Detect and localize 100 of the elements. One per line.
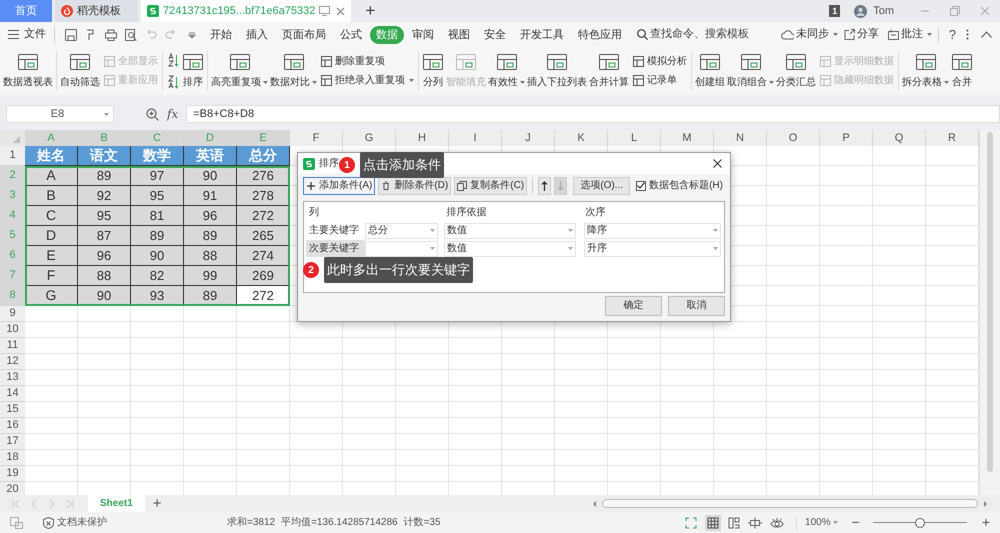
function-button[interactable]: fx bbox=[167, 105, 178, 123]
table-cell[interactable]: 95 bbox=[131, 186, 184, 206]
table-cell[interactable]: 89 bbox=[184, 286, 237, 306]
column-header[interactable]: N bbox=[714, 130, 767, 146]
ribbon-button[interactable]: 创建组 bbox=[694, 48, 726, 94]
ribbon-button[interactable]: 数据透视表 bbox=[2, 48, 54, 94]
column-header[interactable]: K bbox=[555, 130, 608, 146]
ribbon-button[interactable]: 模拟分析 bbox=[632, 54, 687, 69]
table-cell[interactable]: 89 bbox=[184, 226, 237, 246]
column-header[interactable]: F bbox=[290, 130, 343, 146]
dropdown-field[interactable]: 升序 bbox=[584, 240, 721, 256]
ribbon-button[interactable]: 拆分表格 bbox=[901, 48, 950, 94]
add-sheet-button[interactable]: + bbox=[152, 495, 162, 512]
row-header[interactable]: 13 bbox=[0, 370, 25, 386]
toolbar-button[interactable]: 添加条件(A) bbox=[303, 176, 376, 194]
table-cell[interactable]: 265 bbox=[237, 226, 290, 246]
file-menu[interactable]: 文件 bbox=[0, 24, 54, 44]
ok-button[interactable]: 确定 bbox=[605, 296, 662, 316]
row-header[interactable]: 18 bbox=[0, 450, 25, 466]
checkbox-label[interactable]: 数据包含标题(H) bbox=[649, 178, 723, 193]
comment-button[interactable]: 批注 bbox=[886, 26, 932, 43]
ribbon-button[interactable]: 合并计算 bbox=[588, 48, 630, 94]
table-cell[interactable]: F bbox=[25, 266, 78, 286]
options-button[interactable]: 选项(O)... bbox=[573, 176, 630, 194]
row-header[interactable]: 9 bbox=[0, 306, 25, 322]
column-header[interactable]: P bbox=[820, 130, 873, 146]
dropdown-field[interactable]: 降序 bbox=[584, 222, 721, 238]
column-header[interactable]: L bbox=[608, 130, 661, 146]
column-header[interactable]: R bbox=[926, 130, 979, 146]
document-protection[interactable]: 文档未保护 bbox=[43, 515, 107, 530]
ribbon-button[interactable]: 取消组合 bbox=[726, 48, 775, 94]
table-cell[interactable]: 87 bbox=[78, 226, 131, 246]
column-header[interactable]: J bbox=[502, 130, 555, 146]
table-cell[interactable]: 88 bbox=[78, 266, 131, 286]
ribbon-button[interactable]: 记录单 bbox=[632, 73, 687, 88]
document-tab[interactable]: 稻壳模板 bbox=[55, 0, 138, 22]
share-button[interactable]: 分享 bbox=[844, 26, 879, 43]
name-box[interactable]: E8 bbox=[6, 105, 114, 123]
row-header[interactable]: 11 bbox=[0, 338, 25, 354]
table-cell[interactable]: E bbox=[25, 246, 78, 266]
row-header[interactable]: 20 bbox=[0, 482, 25, 495]
menu-tab[interactable]: 视图 bbox=[442, 26, 476, 44]
ribbon-button[interactable]: 分类汇总 bbox=[775, 48, 817, 94]
help-button[interactable]: ? bbox=[948, 24, 956, 44]
notification-badge[interactable]: 1 bbox=[829, 5, 840, 17]
table-cell[interactable]: 90 bbox=[184, 166, 237, 186]
ribbon-button[interactable]: 合并 bbox=[950, 48, 974, 94]
menu-tab[interactable]: 安全 bbox=[478, 26, 512, 44]
row-header[interactable]: 15 bbox=[0, 402, 25, 418]
command-search[interactable]: 查找命令、搜索模板 bbox=[637, 26, 749, 43]
menu-tab[interactable]: 公式 bbox=[334, 26, 368, 44]
table-cell[interactable]: 96 bbox=[184, 206, 237, 226]
ribbon-button[interactable]: 数据对比 bbox=[269, 48, 318, 94]
menu-tab[interactable]: 特色应用 bbox=[572, 26, 628, 44]
table-cell[interactable]: 88 bbox=[184, 246, 237, 266]
ribbon-button[interactable]: 拒绝录入重复项 bbox=[320, 73, 414, 88]
table-cell[interactable]: D bbox=[25, 226, 78, 246]
formula-field[interactable]: =B8+C8+D8 bbox=[186, 105, 1000, 123]
column-header[interactable]: G bbox=[343, 130, 396, 146]
ribbon-button[interactable]: 高亮重复项 bbox=[210, 48, 269, 94]
menu-tab[interactable]: 页面布局 bbox=[276, 26, 332, 44]
row-header[interactable]: 10 bbox=[0, 322, 25, 338]
table-cell[interactable]: 99 bbox=[184, 266, 237, 286]
row-header[interactable]: 19 bbox=[0, 466, 25, 482]
menu-tab[interactable]: 开发工具 bbox=[514, 26, 570, 44]
column-header[interactable]: H bbox=[396, 130, 449, 146]
cancel-button[interactable]: 取消 bbox=[668, 296, 725, 316]
zoom-in-button[interactable]: + bbox=[982, 512, 990, 533]
menu-tab[interactable]: 审阅 bbox=[406, 26, 440, 44]
table-cell[interactable]: 93 bbox=[131, 286, 184, 306]
table-cell[interactable]: 272 bbox=[237, 206, 290, 226]
menu-tab[interactable]: 插入 bbox=[240, 26, 274, 44]
row-header[interactable]: 12 bbox=[0, 354, 25, 370]
table-cell[interactable]: C bbox=[25, 206, 78, 226]
sync-button[interactable]: 未同步 bbox=[780, 26, 838, 43]
column-header[interactable]: I bbox=[449, 130, 502, 146]
zoom-out-button[interactable]: − bbox=[852, 512, 860, 533]
row-header[interactable]: 17 bbox=[0, 434, 25, 450]
column-header[interactable]: Q bbox=[873, 130, 926, 146]
row-header[interactable]: 16 bbox=[0, 418, 25, 434]
column-header[interactable]: M bbox=[661, 130, 714, 146]
user-name[interactable]: Tom bbox=[873, 2, 894, 20]
dropdown-field[interactable]: 总分 bbox=[365, 222, 438, 238]
table-cell[interactable]: 89 bbox=[131, 226, 184, 246]
zoom-dropdown[interactable]: 100% bbox=[805, 515, 838, 530]
table-cell[interactable]: 96 bbox=[78, 246, 131, 266]
table-cell[interactable]: 278 bbox=[237, 186, 290, 206]
table-cell[interactable]: 89 bbox=[78, 166, 131, 186]
ribbon-button[interactable]: 自动筛选 bbox=[59, 48, 101, 94]
row-header[interactable]: 14 bbox=[0, 386, 25, 402]
table-cell[interactable]: 82 bbox=[131, 266, 184, 286]
table-cell[interactable]: B bbox=[25, 186, 78, 206]
table-cell[interactable]: 92 bbox=[78, 186, 131, 206]
table-cell[interactable]: 274 bbox=[237, 246, 290, 266]
table-cell[interactable]: 91 bbox=[184, 186, 237, 206]
ribbon-button[interactable]: 分列 bbox=[421, 48, 445, 94]
table-cell[interactable]: 97 bbox=[131, 166, 184, 186]
table-cell[interactable]: 95 bbox=[78, 206, 131, 226]
row-header[interactable]: 1 bbox=[0, 146, 25, 166]
toolbar-button[interactable]: 删除条件(D) bbox=[378, 176, 452, 194]
